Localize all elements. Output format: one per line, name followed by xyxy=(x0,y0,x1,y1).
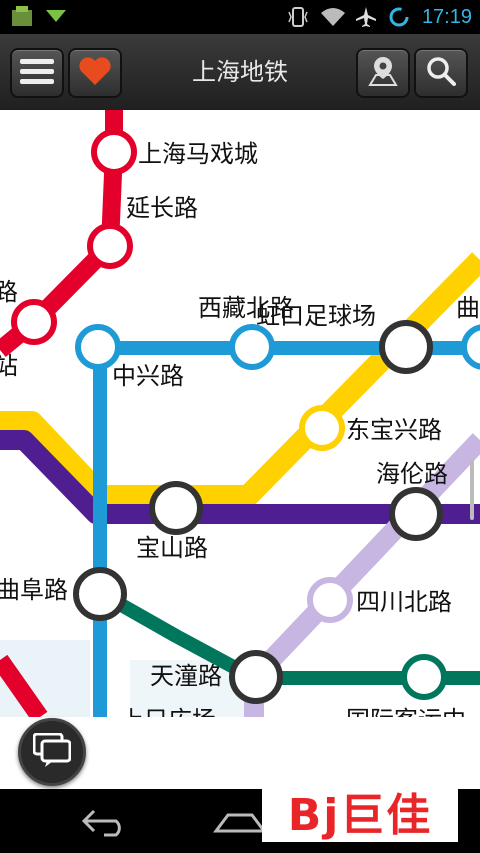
station-marker[interactable] xyxy=(11,299,57,345)
back-icon[interactable] xyxy=(80,805,130,841)
station-label[interactable]: 虹口足球场 xyxy=(256,302,376,330)
airplane-icon xyxy=(354,6,378,28)
interchange-marker[interactable] xyxy=(149,481,203,535)
station-label[interactable]: 曲 xyxy=(456,294,480,322)
station-label[interactable]: 四川北路 xyxy=(356,588,452,616)
station-label[interactable]: 宝山路 xyxy=(136,534,208,562)
app-bar: 上海地铁 xyxy=(0,34,480,112)
vibrate-icon xyxy=(286,6,310,28)
station-marker[interactable] xyxy=(299,405,345,451)
station-marker[interactable] xyxy=(87,223,133,269)
station-marker[interactable] xyxy=(307,577,353,623)
heart-icon xyxy=(78,56,112,90)
station-label[interactable]: 站 xyxy=(0,352,18,380)
station-label[interactable]: 曲阜路 xyxy=(0,576,68,604)
search-icon xyxy=(426,56,456,90)
station-label[interactable]: 天潼路 xyxy=(150,662,222,690)
station-label[interactable]: 海伦路 xyxy=(376,460,448,488)
station-label[interactable]: 上海马戏城 xyxy=(138,140,258,168)
station-marker[interactable] xyxy=(75,324,121,370)
nearby-station-button[interactable] xyxy=(356,48,410,98)
page-title: 上海地铁 xyxy=(192,58,288,86)
station-marker[interactable] xyxy=(229,324,275,370)
interchange-marker[interactable] xyxy=(379,320,433,374)
menu-icon xyxy=(20,57,54,89)
app-icon xyxy=(10,6,34,28)
station-label[interactable]: 国际客运中 xyxy=(346,706,466,717)
favorites-button[interactable] xyxy=(68,48,122,98)
station-marker[interactable] xyxy=(461,324,480,370)
clock: 17:19 xyxy=(421,6,472,28)
menu-button[interactable] xyxy=(10,48,64,98)
station-label[interactable]: 东宝兴路 xyxy=(346,416,442,444)
station-label[interactable]: 路 xyxy=(0,278,18,306)
interchange-marker[interactable] xyxy=(389,487,443,541)
metro-map-canvas[interactable]: 上海马戏城 延长路 路 站 中兴路 西藏北路 虹口足球场 曲 东宝兴路 海伦路 … xyxy=(0,110,480,717)
station-label[interactable]: 中兴路 xyxy=(112,362,184,390)
interchange-marker[interactable] xyxy=(73,567,127,621)
watermark-logo: Bj巨佳 xyxy=(262,780,458,842)
download-icon xyxy=(44,6,68,28)
station-marker[interactable] xyxy=(401,654,447,700)
wifi-icon xyxy=(320,6,345,28)
chat-bubbles-icon xyxy=(32,732,72,771)
metro-map[interactable]: 上海马戏城 延长路 路 站 中兴路 西藏北路 虹口足球场 曲 东宝兴路 海伦路 … xyxy=(0,110,480,717)
sync-icon xyxy=(388,6,412,28)
station-label[interactable]: 延长路 xyxy=(126,194,198,222)
chat-button[interactable] xyxy=(18,718,86,786)
station-label[interactable]: 上只広场 xyxy=(120,706,216,717)
search-button[interactable] xyxy=(414,48,468,98)
home-icon[interactable] xyxy=(212,805,268,841)
location-pin-icon xyxy=(366,55,400,91)
status-bar: 17:19 xyxy=(0,0,480,34)
station-marker[interactable] xyxy=(91,129,137,175)
interchange-marker[interactable] xyxy=(229,650,283,704)
map-scrollbar[interactable] xyxy=(470,460,474,520)
